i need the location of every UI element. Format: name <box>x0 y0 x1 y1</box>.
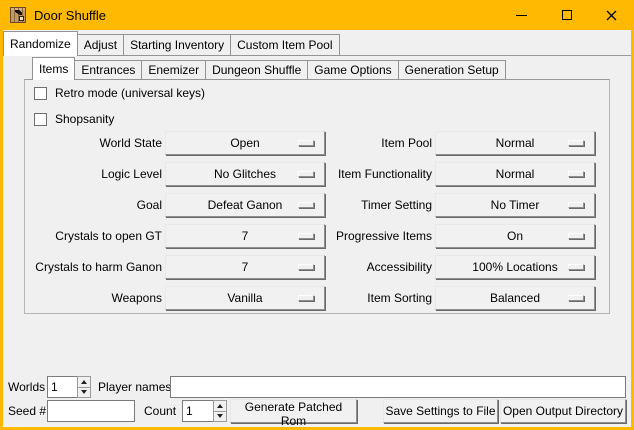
window-controls <box>499 0 634 30</box>
item-sorting-label: Item Sorting <box>305 286 432 310</box>
shopsanity-checkbox[interactable] <box>34 113 47 126</box>
timer-setting-label: Timer Setting <box>305 193 432 217</box>
accessibility-dropdown[interactable]: 100% Locations <box>435 255 595 279</box>
dropdown-indicator-icon <box>568 233 584 239</box>
minimize-icon <box>516 15 527 16</box>
retro-mode-checkbox[interactable] <box>34 87 47 100</box>
tab-items[interactable]: Items <box>32 57 75 80</box>
crystals-gt-label: Crystals to open GT <box>21 224 162 248</box>
seed-input[interactable] <box>47 400 135 422</box>
door-icon <box>10 7 26 23</box>
open-output-directory-button[interactable]: Open Output Directory <box>500 399 626 423</box>
retro-mode-label: Retro mode (universal keys) <box>55 86 205 100</box>
goal-dropdown[interactable]: Defeat Ganon <box>165 193 325 217</box>
tab-game-options[interactable]: Game Options <box>307 60 398 80</box>
maximize-button[interactable] <box>544 0 589 30</box>
count-spin-buttons <box>213 400 227 422</box>
item-functionality-dropdown[interactable]: Normal <box>435 162 595 186</box>
tab-custom-item-pool[interactable]: Custom Item Pool <box>230 34 339 56</box>
worlds-spin-up-button[interactable] <box>77 376 91 388</box>
worlds-spin-down-button[interactable] <box>77 388 91 399</box>
worlds-spin-buttons <box>77 376 91 398</box>
player-names-label: Player names <box>98 376 171 398</box>
accessibility-label: Accessibility <box>305 255 432 279</box>
dropdown-indicator-icon <box>568 171 584 177</box>
player-names-input[interactable] <box>170 376 626 398</box>
shopsanity-label: Shopsanity <box>55 112 114 126</box>
spinner-up-icon <box>81 380 87 384</box>
tab-starting-inventory[interactable]: Starting Inventory <box>123 34 231 56</box>
crystals-ganon-label: Crystals to harm Ganon <box>21 255 162 279</box>
seed-label: Seed # <box>8 400 46 422</box>
progressive-items-dropdown[interactable]: On <box>435 224 595 248</box>
logic-level-dropdown[interactable]: No Glitches <box>165 162 325 186</box>
retro-mode-row: Retro mode (universal keys) <box>34 86 205 100</box>
item-sorting-dropdown[interactable]: Balanced <box>435 286 595 310</box>
item-pool-dropdown[interactable]: Normal <box>435 131 595 155</box>
maximize-icon <box>562 10 572 20</box>
count-spin-up-button[interactable] <box>213 400 227 412</box>
dropdown-indicator-icon <box>568 140 584 146</box>
spinner-down-icon <box>217 414 223 418</box>
generate-patched-rom-button[interactable]: Generate Patched Rom <box>230 399 357 423</box>
dropdown-indicator-icon <box>568 295 584 301</box>
worlds-spinbox <box>47 376 91 398</box>
tab-generation-setup[interactable]: Generation Setup <box>398 60 506 80</box>
minimize-button[interactable] <box>499 0 544 30</box>
world-state-dropdown[interactable]: Open <box>165 131 325 155</box>
save-settings-button[interactable]: Save Settings to File <box>383 399 498 423</box>
count-label: Count <box>144 400 176 422</box>
window-title: Door Shuffle <box>34 8 106 23</box>
tab-dungeon-shuffle[interactable]: Dungeon Shuffle <box>205 60 308 80</box>
crystals-gt-dropdown[interactable]: 7 <box>165 224 325 248</box>
sub-tab-bar: Items Entrances Enemizer Dungeon Shuffle… <box>32 57 505 80</box>
timer-setting-dropdown[interactable]: No Timer <box>435 193 595 217</box>
item-pool-label: Item Pool <box>305 131 432 155</box>
close-button[interactable] <box>589 0 634 30</box>
main-tab-bar: Randomize Adjust Starting Inventory Cust… <box>3 30 339 56</box>
count-input[interactable] <box>182 400 213 422</box>
tab-enemizer[interactable]: Enemizer <box>141 60 206 80</box>
close-icon <box>606 10 617 21</box>
spinner-down-icon <box>81 390 87 394</box>
goal-label: Goal <box>21 193 162 217</box>
weapons-dropdown[interactable]: Vanilla <box>165 286 325 310</box>
world-state-label: World State <box>21 131 162 155</box>
title-bar[interactable]: Door Shuffle <box>0 0 634 30</box>
tab-adjust[interactable]: Adjust <box>77 34 124 56</box>
worlds-label: Worlds <box>8 376 45 398</box>
dropdown-indicator-icon <box>568 202 584 208</box>
weapons-label: Weapons <box>21 286 162 310</box>
shopsanity-row: Shopsanity <box>34 112 114 126</box>
count-spinbox <box>182 400 227 422</box>
crystals-ganon-dropdown[interactable]: 7 <box>165 255 325 279</box>
progressive-items-label: Progressive Items <box>305 224 432 248</box>
client-area: Randomize Adjust Starting Inventory Cust… <box>3 30 631 427</box>
app-window: Door Shuffle Randomize Adjust Starting I… <box>0 0 634 430</box>
logic-level-label: Logic Level <box>21 162 162 186</box>
tab-entrances[interactable]: Entrances <box>74 60 142 80</box>
spinner-up-icon <box>217 404 223 408</box>
dropdown-indicator-icon <box>568 264 584 270</box>
worlds-input[interactable] <box>47 376 77 398</box>
tab-randomize[interactable]: Randomize <box>3 31 78 56</box>
count-spin-down-button[interactable] <box>213 412 227 423</box>
item-functionality-label: Item Functionality <box>305 162 432 186</box>
